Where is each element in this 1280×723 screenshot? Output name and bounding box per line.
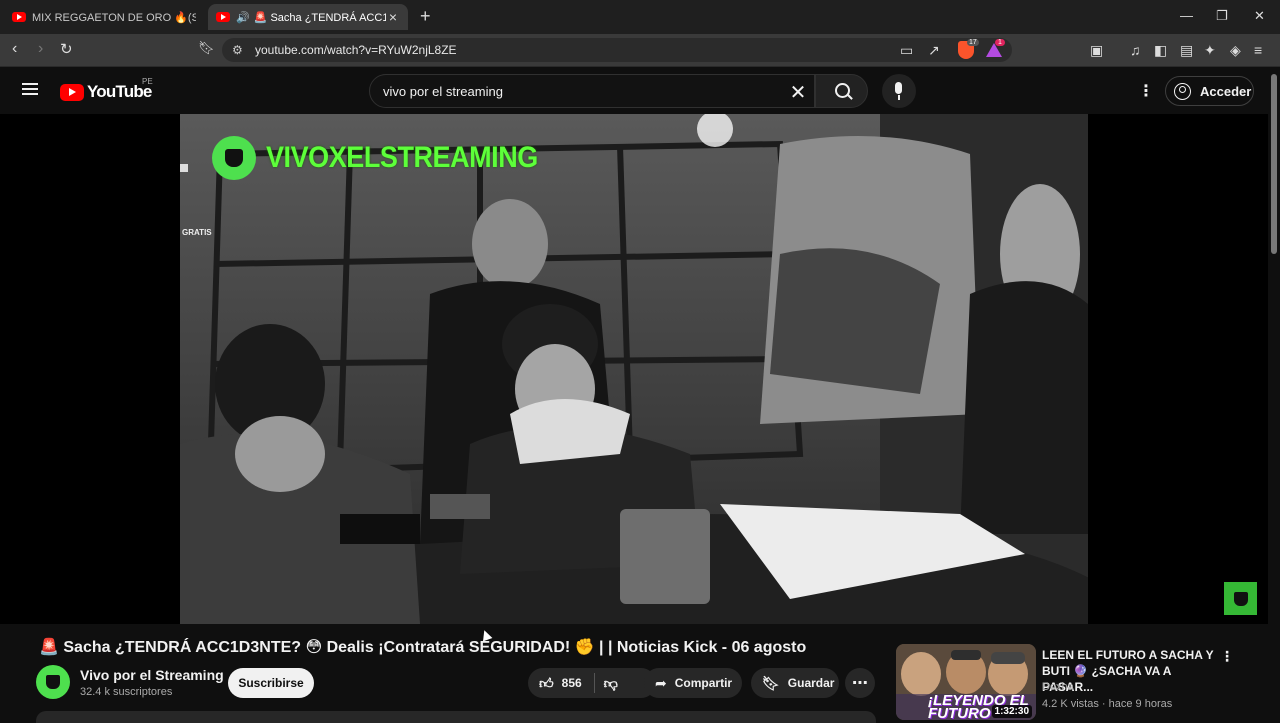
like-count: 856 xyxy=(561,676,582,690)
watermark-logo-icon[interactable] xyxy=(1224,582,1257,615)
clear-search-icon[interactable]: ✕ xyxy=(786,80,810,105)
vpn-icon[interactable]: ◈ xyxy=(1230,42,1241,59)
reload-icon[interactable]: ↻ xyxy=(60,40,73,58)
tab-1-label: MIX REGGAETON DE ORO 🔥(Si No Lo xyxy=(32,11,196,24)
recommended-thumbnail[interactable]: ¡LEYENDO EL FUTURO 1:32:30 xyxy=(896,644,1036,720)
cast-icon[interactable]: ▭ xyxy=(900,42,913,59)
dislike-button[interactable]: 👎︎ xyxy=(595,675,618,692)
overlay-channel-branding: VIVOXELSTREAMING xyxy=(212,136,568,180)
recommended-more-icon[interactable]: ⋮ xyxy=(1220,648,1234,665)
address-toolbar: ‹ › ↻ 🔖︎ ⚙ youtube.com/watch?v=RYuW2njL8… xyxy=(0,34,1280,67)
screenshot-icon[interactable]: ▣ xyxy=(1090,42,1103,59)
country-code: PE xyxy=(142,77,153,86)
overlay-channel-name: VIVOXELSTREAMING xyxy=(266,141,538,174)
overlay-small-text: GRATIS xyxy=(182,228,212,237)
channel-name[interactable]: Vivo por el Streaming xyxy=(80,667,224,683)
recommended-channel[interactable]: Doxha xyxy=(1042,681,1074,693)
channel-avatar[interactable] xyxy=(36,665,70,699)
voice-search-icon[interactable] xyxy=(882,74,916,108)
video-scene-image xyxy=(180,114,1088,624)
speaker-icon[interactable]: 🔊 xyxy=(236,11,250,24)
bookmark-icon[interactable]: 🔖︎ xyxy=(198,40,215,56)
like-dislike-group: 👍︎ 856 👎︎ xyxy=(528,668,656,698)
like-button[interactable]: 👍︎ 856 xyxy=(528,673,595,693)
recording-indicator xyxy=(180,164,188,172)
brave-shields-count: 17 xyxy=(967,39,979,46)
thumbs-up-icon: 👍︎ xyxy=(539,674,554,691)
youtube-header: YouTube PE ✕ ⋮ Acceder xyxy=(0,68,1280,114)
save-button[interactable]: 🔖︎ Guardar xyxy=(751,668,839,698)
leo-ai-icon[interactable]: ✦ xyxy=(1204,42,1216,59)
youtube-play-icon xyxy=(60,83,84,101)
search-button[interactable] xyxy=(815,74,868,108)
wallet-icon[interactable]: ▤ xyxy=(1180,42,1193,59)
subscribe-button[interactable]: Suscribirse xyxy=(228,668,314,698)
restore-icon[interactable]: ❐ xyxy=(1216,8,1228,24)
account-icon xyxy=(1174,82,1191,100)
new-tab-button[interactable]: + xyxy=(420,6,431,27)
browser-tab-1[interactable]: MIX REGGAETON DE ORO 🔥(Si No Lo xyxy=(4,4,204,30)
overlay-channel-logo-icon xyxy=(212,136,256,180)
tab-close-icon[interactable]: × xyxy=(386,9,400,25)
media-icon[interactable]: ♫ xyxy=(1130,42,1141,58)
youtube-logo[interactable]: YouTube PE xyxy=(60,77,153,102)
share-button[interactable]: ➦ Compartir xyxy=(644,668,742,698)
tab-2-label: 🚨 Sacha ¿TENDRÁ ACC1D3NTE? 😳 xyxy=(253,11,386,24)
forward-icon[interactable]: › xyxy=(38,40,43,58)
video-player[interactable]: VIVOXELSTREAMING GRATIS xyxy=(0,114,1268,624)
subscriber-count: 32.4 k suscriptores xyxy=(80,686,173,698)
recommended-meta: 4.2 K vistas · hace 9 horas xyxy=(1042,698,1173,710)
description-box[interactable] xyxy=(36,711,876,723)
search-box[interactable]: ✕ xyxy=(369,74,815,108)
recommended-video[interactable]: ¡LEYENDO EL FUTURO 1:32:30 LEEN EL FUTUR… xyxy=(896,644,1236,720)
site-info-icon[interactable]: ⚙ xyxy=(232,43,243,57)
video-duration: 1:32:30 xyxy=(991,705,1032,718)
youtube-favicon-icon xyxy=(12,12,26,22)
search-input[interactable] xyxy=(383,84,763,99)
save-label: Guardar xyxy=(787,676,835,690)
share-page-icon[interactable]: ↗ xyxy=(928,42,940,59)
page-scrollbar[interactable] xyxy=(1268,68,1280,720)
minimize-icon[interactable]: — xyxy=(1180,8,1193,23)
sidebar-icon[interactable]: ◧ xyxy=(1154,42,1167,59)
browser-tab-bar: MIX REGGAETON DE ORO 🔥(Si No Lo 🔊 🚨 Sach… xyxy=(0,0,1280,34)
url-text: youtube.com/watch?v=RYuW2njL8ZE xyxy=(255,43,457,57)
settings-kebab-icon[interactable]: ⋮ xyxy=(1138,81,1154,101)
share-icon: ➦ xyxy=(655,674,667,691)
youtube-favicon-icon xyxy=(216,12,230,22)
browser-tab-2-active[interactable]: 🔊 🚨 Sacha ¿TENDRÁ ACC1D3NTE? 😳 × xyxy=(208,4,408,30)
menu-icon[interactable]: ≡ xyxy=(1254,42,1262,58)
bookmark-save-icon: 🔖︎ xyxy=(762,674,780,691)
share-label: Compartir xyxy=(674,676,733,690)
sign-in-button[interactable]: Acceder xyxy=(1165,76,1254,106)
rewards-count: 1 xyxy=(995,39,1005,46)
address-bar[interactable]: ⚙ youtube.com/watch?v=RYuW2njL8ZE ▭ ↗ xyxy=(222,38,1012,62)
video-title: 🚨 Sacha ¿TENDRÁ ACC1D3NTE? 😳 Dealis ¡Con… xyxy=(39,639,807,656)
sign-in-label: Acceder xyxy=(1200,83,1252,99)
scrollbar-thumb[interactable] xyxy=(1271,74,1277,254)
video-frame[interactable]: VIVOXELSTREAMING GRATIS xyxy=(180,114,1088,624)
back-icon[interactable]: ‹ xyxy=(12,40,17,58)
more-actions-button[interactable]: ⋯ xyxy=(845,668,875,698)
hamburger-menu-icon[interactable] xyxy=(22,83,38,95)
window-close-icon[interactable]: ✕ xyxy=(1254,8,1265,24)
